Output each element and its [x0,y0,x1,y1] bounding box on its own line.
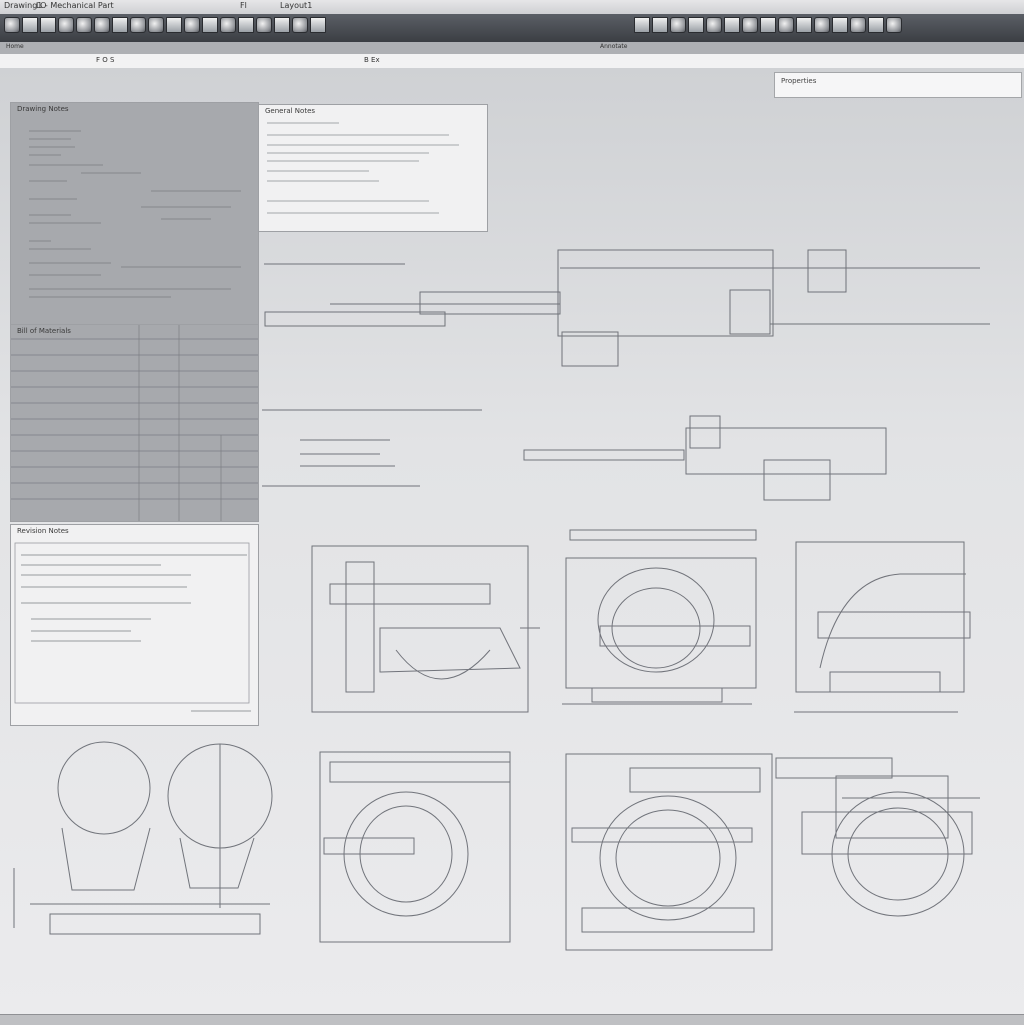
tab-layout[interactable]: Layout1 [280,1,312,10]
file-tabs: F O S B Ex [0,54,1024,69]
save-icon[interactable] [4,17,20,33]
match-icon[interactable] [742,17,758,33]
copy-icon[interactable] [238,17,254,33]
home-label[interactable]: Home [6,43,24,50]
rectangle-icon[interactable] [166,17,182,33]
shaft-top-view [262,409,887,501]
section-view-3 [775,757,980,917]
measure-icon[interactable] [778,17,794,33]
zoom-icon[interactable] [814,17,830,33]
redo-icon[interactable] [94,17,110,33]
ribbon-toolbar [0,14,1024,43]
hatch-icon[interactable] [634,17,650,33]
move-icon[interactable] [220,17,236,33]
front-view-3 [794,541,971,713]
print-icon[interactable] [58,17,74,33]
front-view-1 [311,545,540,713]
drawing-canvas[interactable]: Drawing Notes Bill of Materials Revision… [0,68,1024,1014]
layer-icon[interactable] [202,17,218,33]
mirror-icon[interactable] [274,17,290,33]
trim-icon[interactable] [292,17,308,33]
table-icon[interactable] [670,17,686,33]
toolbar-group-left [4,17,326,37]
orbit-icon[interactable] [850,17,866,33]
section-view-1 [319,751,511,943]
text-icon[interactable] [652,17,668,33]
toolbar-group-right [634,17,902,37]
bracket-view [13,741,273,935]
rotate-icon[interactable] [256,17,272,33]
view-icon[interactable] [796,17,812,33]
properties-icon[interactable] [724,17,740,33]
circle-icon[interactable] [130,17,146,33]
annotate-label[interactable]: Annotate [600,43,627,50]
dimension-icon[interactable] [184,17,200,33]
front-view-2 [562,529,757,705]
undo-icon[interactable] [76,17,92,33]
tab-lo[interactable]: LO [36,1,46,10]
extend-icon[interactable] [310,17,326,33]
technical-drawing [13,249,990,951]
shaft-side-view [264,249,990,367]
tab-fl[interactable]: Fl [240,1,247,10]
section-view-2 [565,753,773,951]
window-title: Drawing1 - Mechanical Part [4,1,114,10]
render-icon[interactable] [868,17,884,33]
arc-icon[interactable] [148,17,164,33]
group-icon[interactable] [760,17,776,33]
status-bar [0,1014,1024,1025]
file-tab-left[interactable]: F O S [96,56,114,64]
pan-icon[interactable] [832,17,848,33]
block-icon[interactable] [688,17,704,33]
new-icon[interactable] [40,17,56,33]
file-tab-mid[interactable]: B Ex [364,56,380,64]
line-icon[interactable] [112,17,128,33]
settings-icon[interactable] [886,17,902,33]
title-bar: Drawing1 - Mechanical Part LO Fl Layout1 [0,0,1024,15]
open-icon[interactable] [22,17,38,33]
insert-icon[interactable] [706,17,722,33]
